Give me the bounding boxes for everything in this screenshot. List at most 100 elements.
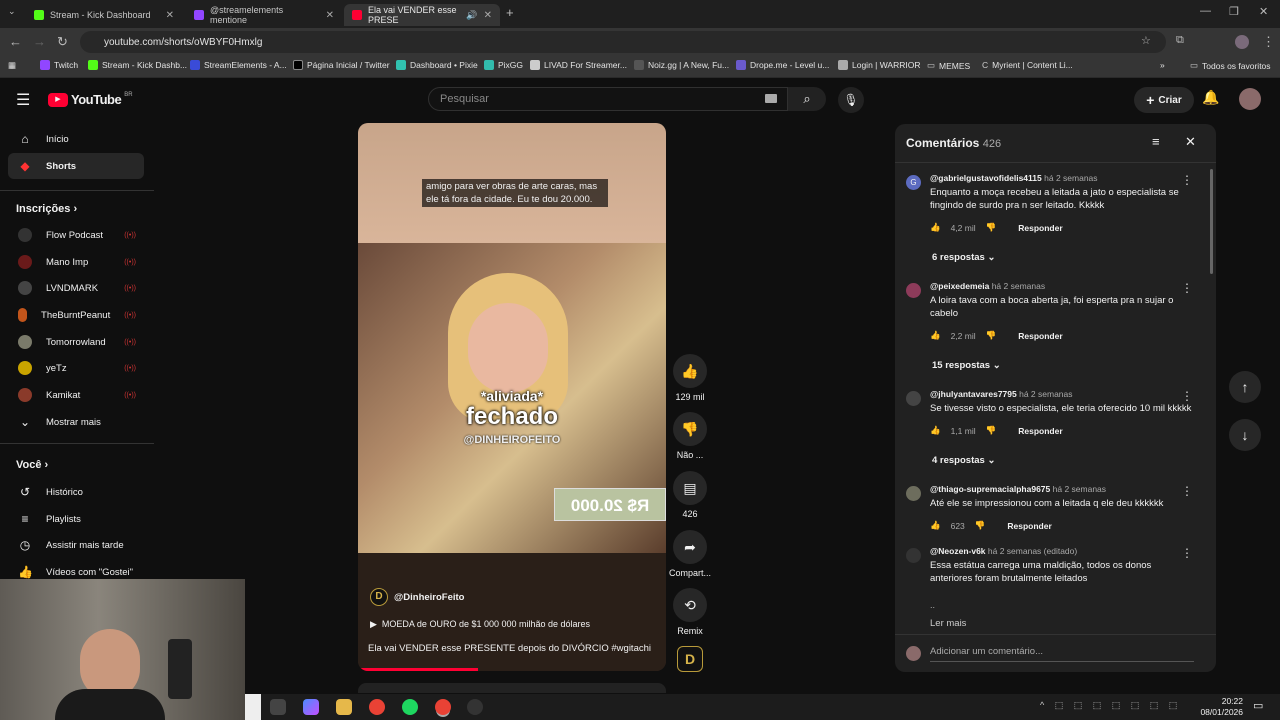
kebab-menu-icon[interactable]: ⋮ (1181, 281, 1193, 295)
comment-avatar[interactable] (906, 486, 921, 501)
close-icon[interactable]: ✕ (166, 10, 174, 21)
bookmark-item[interactable]: Login | WARRIOR (838, 60, 921, 70)
comment-author[interactable]: @thiago-supremacialpha9675 (930, 484, 1050, 494)
kebab-menu-icon[interactable]: ⋮ (1181, 389, 1193, 403)
forward-icon[interactable]: → (33, 34, 46, 49)
restore-icon[interactable]: ❐ (1229, 5, 1239, 18)
comment-avatar[interactable] (906, 548, 921, 563)
comment-avatar[interactable]: G (906, 175, 921, 190)
add-comment-input[interactable]: Adicionar um comentário... (930, 646, 1194, 662)
task-view-icon[interactable] (270, 699, 286, 715)
bookmark-star-icon[interactable]: ☆ (1141, 34, 1151, 47)
sidebar-sub[interactable]: Mano Imp ((•)) (8, 249, 144, 275)
account-avatar[interactable] (1239, 88, 1261, 110)
reply-button[interactable]: Responder (1007, 521, 1051, 531)
bookmark-folder[interactable]: ▭ MEMES (927, 60, 970, 71)
channel-info[interactable]: D @DinheiroFeito (370, 588, 465, 606)
replies-toggle[interactable]: 15 respostas ⌄ (932, 360, 1001, 371)
bookmark-item[interactable]: StreamElements - A... (190, 60, 287, 70)
sort-icon[interactable]: ≡ (1152, 134, 1160, 149)
sidebar-sub[interactable]: yeTz ((•)) (8, 355, 144, 381)
reload-icon[interactable]: ↻ (57, 34, 68, 50)
chrome-icon[interactable] (369, 699, 385, 715)
back-icon[interactable]: ← (9, 34, 22, 49)
mic-button[interactable]: 🎙 (838, 87, 864, 113)
audio-icon[interactable]: 🔊 (466, 10, 477, 21)
sidebar-sub[interactable]: Kamikat ((•)) (8, 382, 144, 408)
comment-avatar[interactable] (906, 391, 921, 406)
progress-bar[interactable] (358, 668, 478, 671)
thumb-up-icon[interactable]: 👍 (930, 520, 941, 531)
bookmark-item[interactable]: Drope.me - Level u... (736, 60, 829, 70)
tab-search-icon[interactable]: ⌄ (8, 6, 16, 17)
sidebar-sub[interactable]: TheBurntPeanut ((•)) (8, 302, 144, 328)
notifications-icon[interactable]: 🔔 (1202, 89, 1219, 106)
thumb-up-icon[interactable]: 👍 (930, 425, 941, 436)
thumb-up-icon[interactable]: 👍 (930, 330, 941, 341)
comments-button[interactable]: ▤ 426 (672, 471, 708, 519)
close-icon[interactable]: ✕ (326, 10, 334, 21)
file-explorer-icon[interactable] (336, 699, 352, 715)
comment-author[interactable]: @Neozen-v6k (930, 546, 986, 556)
close-icon[interactable]: ✕ (1185, 134, 1196, 150)
bookmark-item[interactable]: Noiz.gg | A New, Fu... (634, 60, 729, 70)
bookmark-item[interactable]: C Myrient | Content Li... (982, 60, 1073, 70)
search-box-edge[interactable] (245, 694, 261, 720)
remix-button[interactable]: ⟲ Remix (672, 588, 708, 636)
comment-avatar[interactable] (906, 283, 921, 298)
tab-streamelements[interactable]: @streamelements mentione ✕ (186, 4, 342, 26)
bookmark-item[interactable]: Dashboard • Pixie (396, 60, 478, 70)
thumb-down-icon[interactable]: 👎 (975, 520, 986, 531)
bookmark-item[interactable]: Twitch (40, 60, 78, 70)
sidebar-sub[interactable]: LVNDMARK ((•)) (8, 275, 144, 301)
music-link[interactable]: ▶ MOEDA de OURO de $1 000 000 milhão de d… (370, 619, 590, 630)
replies-toggle[interactable]: 6 respostas ⌄ (932, 252, 995, 263)
search-input[interactable]: Pesquisar (428, 87, 788, 111)
channel-thumbnail-icon[interactable]: D (677, 646, 703, 672)
minimize-icon[interactable]: — (1200, 5, 1211, 17)
new-tab-icon[interactable]: + (506, 5, 514, 20)
address-bar[interactable]: youtube.com/shorts/oWBYF0Hmxlg (80, 31, 1166, 53)
reply-button[interactable]: Responder (1018, 331, 1062, 341)
create-button[interactable]: + Criar (1134, 87, 1194, 113)
search-button[interactable]: ⌕ (788, 87, 826, 111)
keyboard-icon[interactable] (765, 94, 777, 103)
bookmark-item[interactable]: PixGG (484, 60, 523, 70)
chrome-active-icon[interactable] (435, 699, 451, 715)
youtube-logo[interactable]: ▶ YouTube BR (48, 92, 133, 107)
thumb-down-icon[interactable]: 👎 (986, 222, 997, 233)
thumb-down-icon[interactable]: 👎 (986, 425, 997, 436)
subscriptions-heading[interactable]: Inscrições › (16, 203, 77, 215)
kebab-menu-icon[interactable]: ⋮ (1181, 173, 1193, 187)
previous-short-button[interactable]: ↑ (1229, 371, 1261, 403)
notification-center-icon[interactable]: ▭ (1253, 699, 1263, 712)
tab-kick[interactable]: Stream - Kick Dashboard ✕ (26, 4, 182, 26)
reply-button[interactable]: Responder (1018, 426, 1062, 436)
all-bookmarks-folder[interactable]: ▭ Todos os favoritos (1190, 60, 1271, 71)
dislike-button[interactable]: 👎 Não ... (672, 412, 708, 460)
chevron-right-icon[interactable]: » (1160, 60, 1165, 70)
kebab-menu-icon[interactable]: ⋮ (1181, 546, 1193, 560)
comment-author[interactable]: @jhulyantavares7795 (930, 389, 1017, 399)
sidebar-item-home[interactable]: ⌂ Início (8, 126, 144, 152)
comment-author[interactable]: @gabrielgustavofidelis4115 (930, 173, 1042, 183)
sidebar-item-shorts[interactable]: ◆ Shorts (8, 153, 144, 179)
thumb-down-icon[interactable]: 👎 (986, 330, 997, 341)
next-short-preview[interactable] (358, 683, 666, 693)
like-button[interactable]: 👍 129 mil (672, 354, 708, 402)
menu-icon[interactable]: ⋮ (1262, 34, 1275, 50)
show-more-button[interactable]: ⌄ Mostrar mais (8, 409, 144, 435)
tab-youtube[interactable]: Ela vai VENDER esse PRESE 🔊 ✕ (344, 4, 500, 26)
comment-author[interactable]: @peixedemeia (930, 281, 989, 291)
sidebar-item-playlists[interactable]: ≡ Playlists (8, 506, 144, 532)
next-short-button[interactable]: ↓ (1229, 419, 1261, 451)
sidebar-sub[interactable]: Flow Podcast ((•)) (8, 222, 144, 248)
system-tray-icons[interactable]: ^ ⬚ ⬚ ⬚ ⬚ ⬚ ⬚ ⬚ (1040, 700, 1181, 711)
bookmark-item[interactable]: Stream - Kick Dashb... (88, 60, 187, 70)
sidebar-sub[interactable]: Tomorrowland ((•)) (8, 329, 144, 355)
sidebar-item-watch-later[interactable]: ◷ Assistir mais tarde (8, 532, 144, 558)
thumb-up-icon[interactable]: 👍 (930, 222, 941, 233)
share-button[interactable]: ➦ Compart... (668, 530, 712, 578)
bookmark-item[interactable]: LIVAD For Streamer... (530, 60, 627, 70)
clock[interactable]: 20:22 08/01/2026 (1195, 696, 1243, 718)
